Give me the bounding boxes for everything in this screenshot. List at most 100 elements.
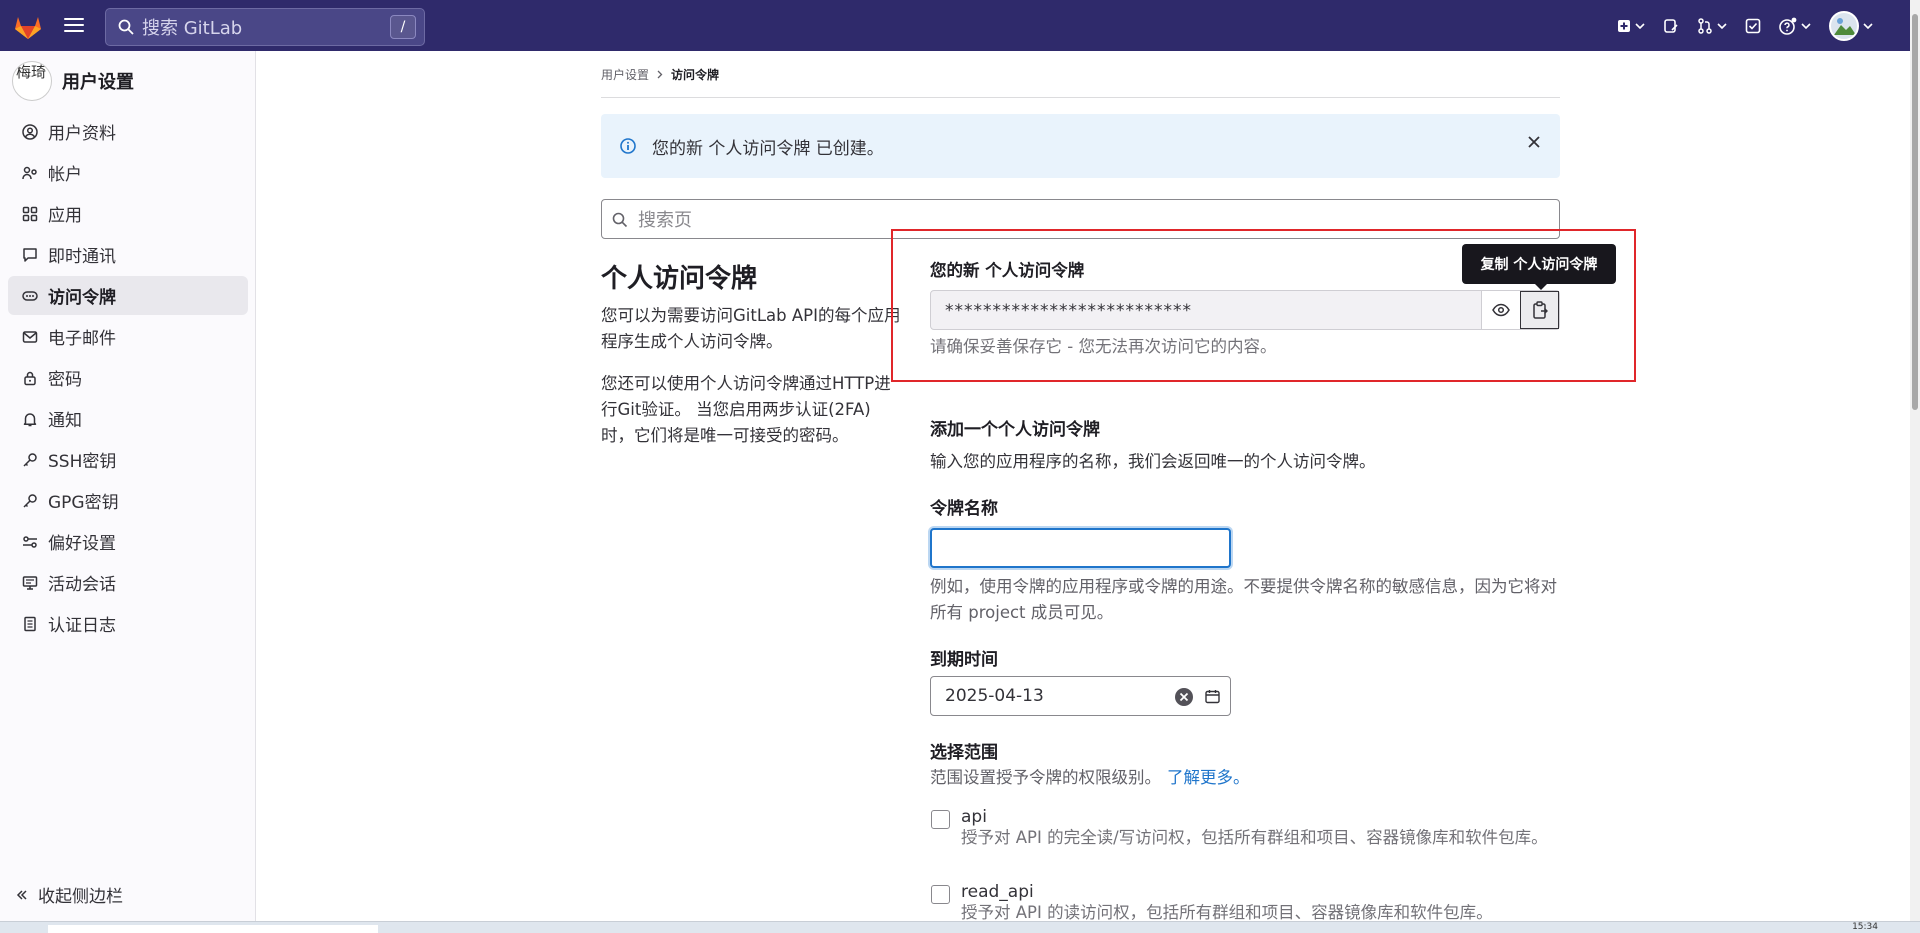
account-icon: [22, 166, 37, 179]
page-scrollbar[interactable]: [1910, 0, 1920, 921]
copy-token-button[interactable]: [1520, 291, 1559, 329]
search-shortcut-key: /: [390, 15, 416, 39]
sidebar-title[interactable]: 用户设置: [62, 68, 134, 94]
token-created-alert: 您的新 个人访问令牌 已创建。: [601, 114, 1560, 178]
sidebar-item-active-sessions[interactable]: 活动会话: [8, 563, 248, 602]
scrollbar-thumb[interactable]: [1912, 14, 1918, 410]
breadcrumb-current[interactable]: 访问令牌: [671, 66, 719, 83]
collapse-sidebar-button[interactable]: 收起侧边栏: [16, 882, 123, 907]
log-icon: [24, 616, 36, 631]
scope-read-api: read_api 授予对 API 的读访问权，包括所有群组和项目、容器镜像库和软…: [930, 882, 1570, 923]
calendar-icon[interactable]: [1205, 689, 1220, 704]
breadcrumb: 用户设置 访问令牌: [601, 66, 719, 83]
expiration-label: 到期时间: [930, 650, 998, 670]
issues-icon: [1664, 18, 1678, 33]
search-icon: [612, 212, 628, 228]
scope-api: api 授予对 API 的完全读/写访问权，包括所有群组和项目、容器镜像库和软件…: [930, 807, 1570, 848]
new-token-value[interactable]: **************************: [931, 291, 1481, 329]
global-search-input[interactable]: 搜索 GitLab /: [105, 8, 425, 46]
clear-date-icon[interactable]: [1174, 687, 1194, 707]
sidebar-avatar[interactable]: 梅琦: [12, 61, 52, 101]
avatar: [1829, 10, 1859, 41]
breadcrumb-parent[interactable]: 用户设置: [601, 66, 649, 83]
sidebar-item-gpg-keys[interactable]: GPG密钥: [8, 481, 248, 520]
collapse-sidebar-label: 收起侧边栏: [38, 887, 123, 907]
scope-read-api-checkbox[interactable]: [931, 885, 950, 904]
intro-paragraph-1: 您可以为需要访问GitLab API的每个应用程序生成个人访问令牌。: [601, 306, 901, 351]
profile-icon: [22, 123, 38, 140]
sidebar-item-label: 应用: [48, 206, 82, 226]
sidebar-item-label: 通知: [48, 411, 82, 431]
close-icon[interactable]: [1526, 134, 1542, 150]
sidebar-item-label: 即时通讯: [48, 247, 116, 267]
key-icon: [23, 493, 37, 508]
sidebar-item-auth-log[interactable]: 认证日志: [8, 604, 248, 643]
sidebar-item-chat[interactable]: 即时通讯: [8, 235, 248, 274]
sidebar-item-label: 访问令牌: [48, 288, 116, 308]
divider: [601, 97, 1560, 98]
add-token-title: 添加一个个人访问令牌: [930, 420, 1100, 440]
scopes-description: 范围设置授予令牌的权限级别。 了解更多。: [930, 764, 1250, 788]
sidebar-item-access-tokens[interactable]: 访问令牌: [8, 276, 248, 315]
reveal-token-button[interactable]: [1481, 291, 1520, 329]
learn-more-link[interactable]: 了解更多。: [1167, 768, 1250, 787]
applications-icon: [22, 206, 38, 221]
scopes-description-text: 范围设置授予令牌的权限级别。: [930, 768, 1161, 787]
token-icon: [22, 290, 38, 301]
scope-name: read_api: [961, 882, 1034, 902]
key-icon: [23, 452, 37, 467]
new-token-hint: 请确保妥善保存它 - 您无法再次访问它的内容。: [930, 337, 1277, 356]
scope-description: 授予对 API 的读访问权，包括所有群组和项目、容器镜像库和软件包库。: [961, 903, 1493, 922]
sidebar-item-ssh-keys[interactable]: SSH密钥: [8, 440, 248, 479]
expiration-date-value: 2025-04-13: [945, 686, 1044, 706]
issues-button[interactable]: [1654, 0, 1688, 51]
sidebar-item-account[interactable]: 帐户: [8, 153, 248, 192]
sidebar-item-password[interactable]: 密码: [8, 358, 248, 397]
chevron-down-icon: [1717, 22, 1727, 29]
clipboard-icon: [1532, 301, 1548, 319]
token-name-input[interactable]: [930, 528, 1231, 568]
sidebar-item-label: 认证日志: [48, 616, 116, 636]
taskbar-search[interactable]: [48, 925, 378, 933]
lock-icon: [24, 371, 36, 385]
chevron-down-icon: [1635, 22, 1645, 29]
scope-name: api: [961, 807, 987, 827]
alert-message: 您的新 个人访问令牌 已创建。: [652, 138, 884, 159]
sidebar-item-label: 偏好设置: [48, 534, 116, 554]
sidebar-item-profile[interactable]: 用户资料: [8, 112, 248, 151]
intro-section: 个人访问令牌 您可以为需要访问GitLab API的每个应用程序生成个人访问令牌…: [601, 258, 901, 465]
copy-token-tooltip: 复制 个人访问令牌: [1462, 244, 1616, 290]
scopes-label: 选择范围: [930, 743, 998, 763]
sidebar-item-label: 用户资料: [48, 124, 116, 144]
user-menu-button[interactable]: [1820, 0, 1882, 51]
todo-check-icon: [1745, 18, 1761, 33]
sidebar-item-notifications[interactable]: 通知: [8, 399, 248, 438]
create-new-button[interactable]: [1608, 0, 1654, 51]
merge-request-icon: [1698, 17, 1712, 34]
os-taskbar: 15:34: [0, 921, 1920, 933]
scope-api-checkbox[interactable]: [931, 810, 950, 829]
eye-icon: [1492, 303, 1510, 317]
mail-icon: [22, 330, 38, 343]
sidebar-item-label: 密码: [48, 370, 82, 390]
sidebar-header: 梅琦 用户设置: [12, 61, 134, 101]
help-button[interactable]: [1770, 0, 1820, 51]
expiration-date-input[interactable]: 2025-04-13: [930, 676, 1231, 716]
global-search-placeholder: 搜索 GitLab: [142, 18, 243, 39]
sidebar-item-applications[interactable]: 应用: [8, 194, 248, 233]
token-name-label: 令牌名称: [930, 499, 998, 519]
todos-button[interactable]: [1736, 0, 1770, 51]
sidebar-item-label: 活动会话: [48, 575, 116, 595]
sidebar-item-emails[interactable]: 电子邮件: [8, 317, 248, 356]
scope-description: 授予对 API 的完全读/写访问权，包括所有群组和项目、容器镜像库和软件包库。: [961, 828, 1548, 847]
settings-sidebar: 梅琦 用户设置 用户资料 帐户 应用 即时通讯 访问令牌 电子邮件 密码 通知 …: [0, 51, 256, 921]
search-icon: [118, 19, 134, 35]
info-icon: [620, 138, 636, 154]
chevron-down-icon: [1863, 22, 1873, 29]
plus-square-icon: [1618, 19, 1630, 32]
gitlab-logo-icon[interactable]: [13, 12, 43, 40]
sidebar-item-preferences[interactable]: 偏好设置: [8, 522, 248, 561]
merge-requests-button[interactable]: [1688, 0, 1736, 51]
menu-icon[interactable]: [64, 16, 84, 34]
monitor-icon: [22, 575, 38, 590]
